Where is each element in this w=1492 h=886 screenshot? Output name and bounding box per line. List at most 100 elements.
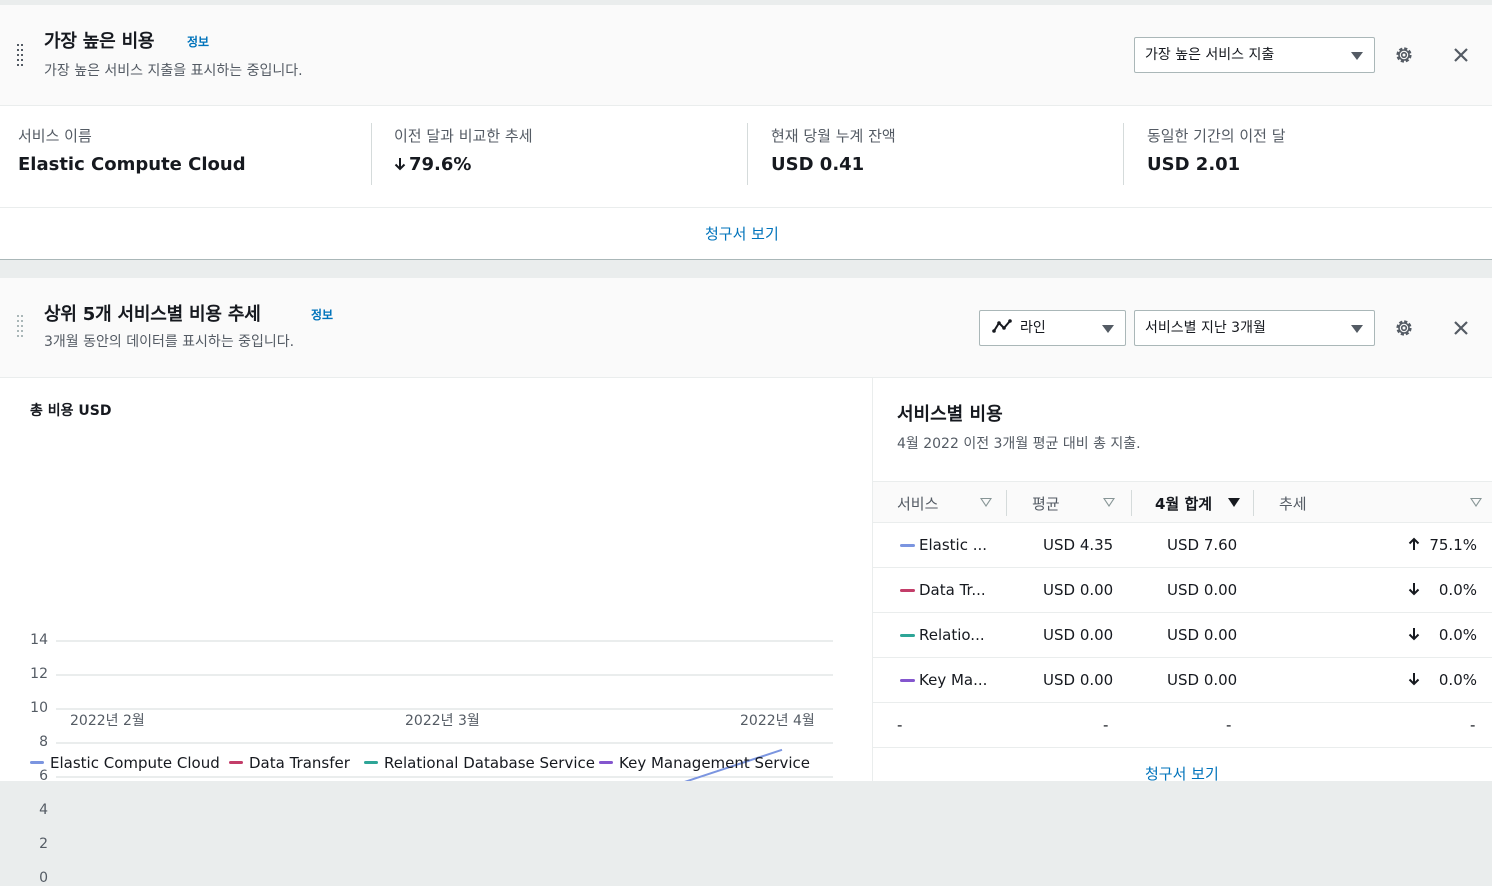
trend-percent: 75.1% [1429,536,1477,554]
arrow-up-icon [1408,537,1420,550]
widget-header: 상위 5개 서비스별 비용 추세 정보 3개월 동안의 데이터를 표시하는 중입… [0,278,1492,378]
service-name[interactable]: Elastic ... [919,536,987,554]
table-row: Key Ma... USD 0.00 USD 0.00 0.0% [873,658,1492,703]
legend-swatch [364,760,378,764]
table-row: Data Tr... USD 0.00 USD 0.00 0.0% [873,568,1492,613]
info-link[interactable]: 정보 [311,306,333,323]
arrow-down-icon [1408,628,1420,641]
caret-down-icon [1102,325,1114,333]
divider [1253,490,1254,516]
legend-item[interactable]: Data Transfer [229,754,350,772]
table-cell: - [1470,716,1476,734]
stat-label: 서비스 이름 [18,127,92,145]
stat-previous-month: 동일한 기간의 이전 달 USD 2.01 [1147,125,1286,185]
close-icon[interactable] [1453,320,1469,336]
column-header-trend[interactable]: 추세 [1279,493,1307,514]
y-tick-label: 2 [39,836,48,852]
stat-value: USD 2.01 [1147,154,1241,175]
legend-swatch [229,760,243,764]
divider [371,123,372,185]
chart-type-value: 라인 [1020,320,1046,336]
close-icon[interactable] [1453,47,1469,63]
series-swatch [900,679,915,682]
sort-icon[interactable] [980,498,992,507]
trend-percent: 0.0% [1438,671,1477,689]
sort-icon[interactable] [1103,498,1115,507]
divider [1006,490,1007,516]
average-cost: USD 4.35 [1043,536,1114,554]
caret-down-icon [1351,52,1363,60]
legend-label: Data Transfer [249,754,350,772]
table-cell: - [1103,716,1109,734]
average-cost: USD 0.00 [1043,671,1114,689]
gear-icon[interactable] [1394,318,1414,338]
legend-item[interactable]: Key Management Service [599,754,810,772]
trend-percent: 0.0% [1438,626,1477,644]
total-cost: USD 0.00 [1167,626,1238,644]
table-row: Relatio... USD 0.00 USD 0.00 0.0% [873,613,1492,658]
stat-month-to-date: 현재 당월 누계 잔액 USD 0.41 [771,125,896,185]
stat-service-name: 서비스 이름 Elastic Compute Cloud [18,125,246,185]
y-tick-label: 0 [39,870,48,886]
divider [1131,490,1132,516]
view-bill-link[interactable]: 청구서 보기 [705,223,779,244]
stat-value-row: 79.6% [394,154,533,175]
side-subtitle: 4월 2022 이전 3개월 평균 대비 총 지출. [897,436,1141,452]
cost-trend-widget: 상위 5개 서비스별 비용 추세 정보 3개월 동안의 데이터를 표시하는 중입… [0,278,1492,886]
drag-handle-icon[interactable] [17,44,25,68]
info-link[interactable]: 정보 [187,33,209,50]
widget-title: 상위 5개 서비스별 비용 추세 [44,304,261,325]
metric-select-value: 가장 높은 서비스 지출 [1145,47,1275,63]
stat-value: USD 0.41 [771,154,865,175]
total-cost: USD 7.60 [1167,536,1238,554]
average-cost: USD 0.00 [1043,626,1114,644]
caret-down-icon [1351,325,1363,333]
series-swatch [900,589,915,592]
line-chart-icon [992,319,1012,333]
legend-item[interactable]: Elastic Compute Cloud [30,754,220,772]
series-swatch [900,634,915,637]
divider [0,207,1492,208]
drag-handle-icon[interactable] [17,315,25,339]
cost-line-chart: 총 비용 USD 0 2 4 6 8 10 12 14 2022년 2월 2022년 3월 202… [0,378,872,886]
stat-label: 현재 당월 누계 잔액 [771,127,896,145]
trend-percent: 0.0% [1438,581,1477,599]
legend-item[interactable]: Relational Database Service [364,754,595,772]
widget-header: 가장 높은 비용 정보 가장 높은 서비스 지출을 표시하는 중입니다. 가장 … [0,5,1492,106]
column-header-average[interactable]: 평균 [1032,493,1060,514]
stat-value: Elastic Compute Cloud [18,154,246,175]
arrow-down-icon [1408,583,1420,596]
chart-type-select[interactable]: 라인 [979,310,1126,346]
total-cost: USD 0.00 [1167,671,1238,689]
service-name[interactable]: Relatio... [919,626,985,644]
service-name[interactable]: Data Tr... [919,581,986,599]
chart-plot [56,640,833,781]
column-header-total[interactable]: 4월 합계 [1155,493,1212,514]
arrow-down-icon [1408,673,1420,686]
widget-subtitle: 가장 높은 서비스 지출을 표시하는 중입니다. [44,63,303,79]
stat-value: 79.6% [409,154,472,175]
column-header-service[interactable]: 서비스 [897,493,938,514]
table-cell: - [1226,716,1232,734]
legend-swatch [599,760,613,764]
period-select-value: 서비스별 지난 3개월 [1145,320,1266,336]
stat-trend: 이전 달과 비교한 추세 79.6% [394,125,533,185]
legend-label: Elastic Compute Cloud [50,754,220,772]
table-cell: - [897,716,903,734]
period-select[interactable]: 서비스별 지난 3개월 [1134,310,1375,346]
gear-icon[interactable] [1394,45,1414,65]
y-tick-label: 4 [39,802,48,818]
service-name[interactable]: Key Ma... [919,671,987,689]
metric-select[interactable]: 가장 높은 서비스 지출 [1134,37,1375,73]
table-row: Elastic ... USD 4.35 USD 7.60 75.1% [873,523,1492,568]
divider [1123,123,1124,185]
widget-title: 가장 높은 비용 [44,31,155,52]
legend-label: Key Management Service [619,754,810,772]
sort-icon[interactable] [1470,498,1482,507]
stat-label: 동일한 기간의 이전 달 [1147,127,1286,145]
table-row-empty: - - - - [873,703,1492,748]
arrow-down-icon [394,158,406,171]
table-header: 서비스 평균 4월 합계 추세 [873,481,1492,523]
sort-desc-icon[interactable] [1228,498,1240,507]
series-swatch [900,544,915,547]
